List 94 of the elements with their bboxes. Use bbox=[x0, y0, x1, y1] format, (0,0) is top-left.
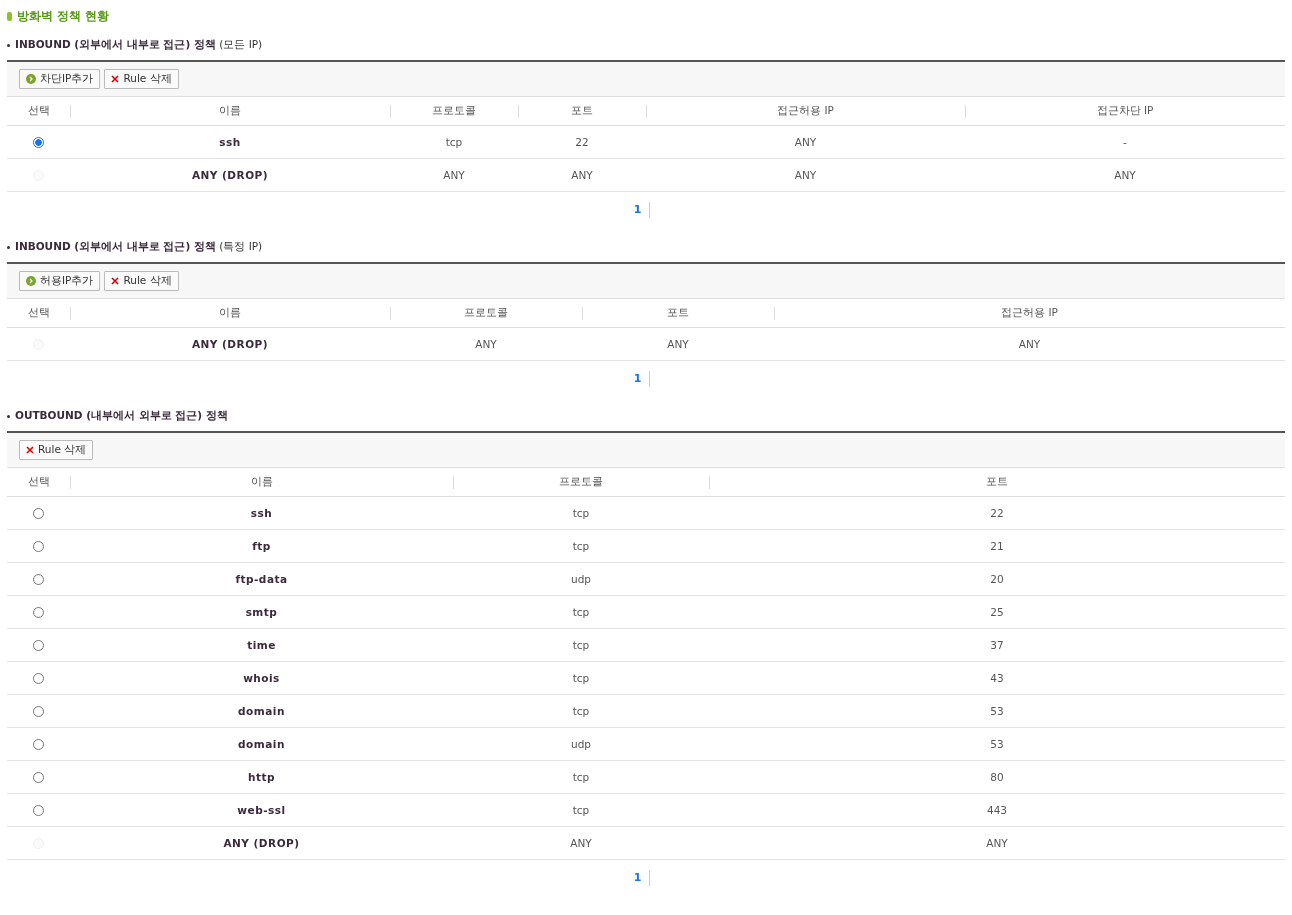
radio-button[interactable] bbox=[33, 673, 44, 685]
column-header: 포트 bbox=[571, 104, 593, 116]
table-cell: 22 bbox=[575, 136, 589, 148]
table-cell: 20 bbox=[990, 573, 1004, 585]
column-header: 이름 bbox=[219, 306, 241, 318]
table-cell: 25 bbox=[990, 606, 1004, 618]
radio-button[interactable] bbox=[33, 739, 44, 751]
close-icon bbox=[111, 277, 120, 285]
column-header: 포트 bbox=[986, 475, 1008, 487]
table-cell: udp bbox=[571, 738, 591, 750]
bullet-icon bbox=[7, 414, 10, 418]
radio-button[interactable] bbox=[33, 805, 44, 817]
column-header: 접근허용 IP bbox=[777, 104, 834, 116]
table-cell: ANY bbox=[571, 169, 593, 181]
table-cell: ANY bbox=[794, 136, 817, 148]
page-title: 방화벽 정책 현황 bbox=[17, 7, 110, 25]
rule-name: ANY (DROP) bbox=[191, 338, 269, 350]
table-cell: udp bbox=[571, 573, 591, 585]
rule-name: http bbox=[248, 771, 275, 783]
column-header: 선택 bbox=[27, 475, 50, 487]
table-cell: tcp bbox=[572, 705, 590, 717]
table-cell: tcp bbox=[572, 771, 590, 783]
arrow-circle-icon bbox=[26, 74, 36, 84]
rule-name: ssh bbox=[250, 507, 273, 519]
delete-button[interactable]: Rule 삭제 bbox=[19, 440, 94, 460]
page-link[interactable]: 1 bbox=[633, 870, 651, 886]
table-cell: ANY bbox=[475, 338, 497, 350]
page-link[interactable]: 1 bbox=[633, 371, 651, 387]
radio-button[interactable] bbox=[33, 574, 44, 586]
rule-name: time bbox=[247, 639, 276, 651]
bullet-icon bbox=[7, 245, 10, 249]
table-cell: ANY bbox=[1114, 169, 1136, 181]
column-header: 접근차단 IP bbox=[1096, 104, 1154, 116]
table-cell: ANY bbox=[667, 338, 689, 350]
table-cell: 443 bbox=[986, 804, 1007, 816]
arrow-circle-icon bbox=[26, 276, 36, 286]
table-cell: ANY bbox=[443, 169, 465, 181]
column-header: 접근허용 IP bbox=[1001, 306, 1058, 318]
column-header: 이름 bbox=[250, 475, 273, 487]
column-header: 프로토콜 bbox=[432, 104, 476, 116]
rule-name: ANY (DROP) bbox=[191, 169, 269, 181]
column-header: 프로토콜 bbox=[464, 306, 508, 318]
rule-name: ftp-data bbox=[235, 573, 288, 585]
table-cell: ANY bbox=[570, 837, 592, 849]
radio-button[interactable] bbox=[33, 772, 44, 784]
rule-name: ANY (DROP) bbox=[223, 837, 300, 849]
column-header: 프로토콜 bbox=[559, 475, 603, 487]
table-cell: - bbox=[1123, 136, 1127, 148]
radio-button[interactable] bbox=[33, 706, 44, 718]
column-header: 선택 bbox=[27, 306, 50, 318]
table-cell: 21 bbox=[990, 540, 1004, 552]
radio-button[interactable] bbox=[33, 137, 44, 149]
table-cell: tcp bbox=[572, 804, 590, 816]
add-button[interactable]: 차단IP추가 bbox=[19, 69, 101, 89]
table-cell: ANY bbox=[986, 837, 1008, 849]
delete-button[interactable]: Rule 삭제 bbox=[104, 271, 179, 291]
table-cell: 53 bbox=[990, 738, 1004, 750]
column-header: 포트 bbox=[667, 306, 689, 318]
column-header: 이름 bbox=[219, 104, 241, 116]
rule-name: ftp bbox=[252, 540, 271, 552]
table-cell: 80 bbox=[990, 771, 1004, 783]
bullet-icon bbox=[7, 43, 10, 47]
table-cell: tcp bbox=[572, 507, 590, 519]
table-cell: tcp bbox=[572, 606, 590, 618]
radio-button[interactable] bbox=[33, 541, 44, 553]
table-cell: tcp bbox=[572, 540, 590, 552]
column-header: 선택 bbox=[27, 104, 50, 116]
table-cell: ANY bbox=[1018, 338, 1041, 350]
delete-button[interactable]: Rule 삭제 bbox=[104, 69, 179, 89]
table-cell: 43 bbox=[990, 672, 1004, 684]
radio-button[interactable] bbox=[33, 640, 44, 652]
section-title: INBOUND (외부에서 내부로 접근) 정책 (특정 IP) bbox=[15, 240, 263, 254]
table-cell: ANY bbox=[794, 169, 817, 181]
add-button[interactable]: 허용IP추가 bbox=[19, 271, 101, 291]
title-marker-icon bbox=[7, 11, 12, 21]
table-cell: 53 bbox=[990, 705, 1004, 717]
close-icon bbox=[111, 75, 120, 83]
radio-button[interactable] bbox=[33, 607, 44, 619]
close-icon bbox=[26, 446, 34, 454]
rule-name: web-ssl bbox=[237, 804, 286, 816]
table-cell: tcp bbox=[445, 136, 463, 148]
rule-name: domain bbox=[238, 705, 285, 717]
section-title: INBOUND (외부에서 내부로 접근) 정책 (모든 IP) bbox=[15, 38, 263, 52]
table-cell: tcp bbox=[572, 672, 590, 684]
radio-button[interactable] bbox=[33, 508, 44, 520]
table-cell: tcp bbox=[572, 639, 590, 651]
table-cell: 22 bbox=[990, 507, 1004, 519]
rule-name: domain bbox=[238, 738, 285, 750]
rule-name: whois bbox=[243, 672, 280, 684]
section-title: OUTBOUND (내부에서 외부로 접근) 정책 bbox=[15, 409, 228, 423]
page-link[interactable]: 1 bbox=[633, 202, 651, 218]
rule-name: smtp bbox=[245, 606, 278, 618]
table-cell: 37 bbox=[990, 639, 1004, 651]
rule-name: ssh bbox=[219, 136, 241, 148]
